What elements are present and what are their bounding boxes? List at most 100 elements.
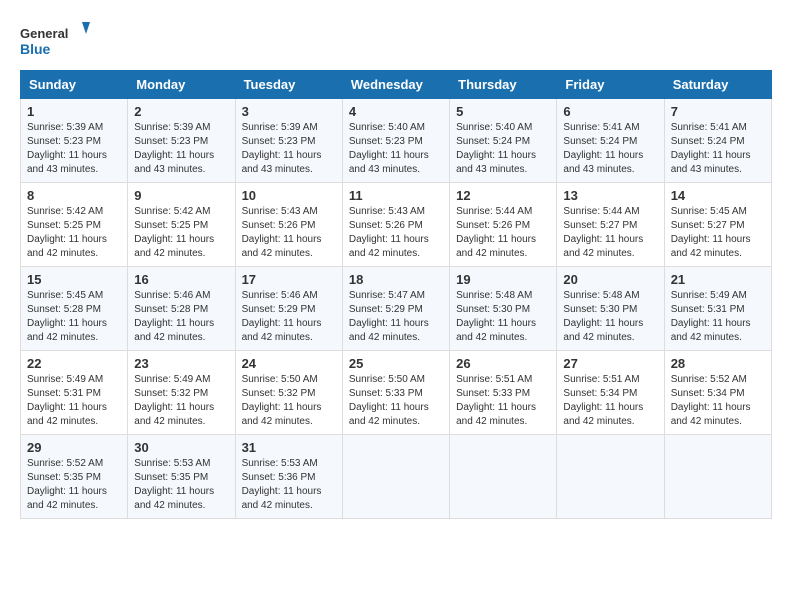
calendar-cell: 13 Sunrise: 5:44 AM Sunset: 5:27 PM Dayli… [557, 183, 664, 267]
calendar-cell: 27 Sunrise: 5:51 AM Sunset: 5:34 PM Dayli… [557, 351, 664, 435]
calendar-cell: 25 Sunrise: 5:50 AM Sunset: 5:33 PM Dayli… [342, 351, 449, 435]
day-header-sunday: Sunday [21, 71, 128, 99]
day-info: Sunrise: 5:48 AM Sunset: 5:30 PM Dayligh… [563, 289, 657, 345]
calendar-cell: 17 Sunrise: 5:46 AM Sunset: 5:29 PM Dayli… [235, 267, 342, 351]
calendar-table: SundayMondayTuesdayWednesdayThursdayFrid… [20, 70, 772, 519]
calendar-cell [342, 435, 449, 519]
day-info: Sunrise: 5:52 AM Sunset: 5:35 PM Dayligh… [27, 457, 121, 513]
svg-text:General: General [20, 26, 68, 41]
calendar-cell: 6 Sunrise: 5:41 AM Sunset: 5:24 PM Daylig… [557, 99, 664, 183]
calendar-cell: 15Sunrise: 5:45 AM Sunset: 5:28 PM Dayli… [21, 267, 128, 351]
day-info: Sunrise: 5:43 AM Sunset: 5:26 PM Dayligh… [349, 205, 443, 261]
day-number: 1 [27, 104, 121, 119]
day-number: 15 [27, 272, 121, 287]
day-number: 31 [242, 440, 336, 455]
day-info: Sunrise: 5:45 AM Sunset: 5:27 PM Dayligh… [671, 205, 765, 261]
general-blue-logo-icon: General Blue [20, 20, 90, 60]
day-info: Sunrise: 5:44 AM Sunset: 5:27 PM Dayligh… [563, 205, 657, 261]
day-info: Sunrise: 5:52 AM Sunset: 5:34 PM Dayligh… [671, 373, 765, 429]
day-header-tuesday: Tuesday [235, 71, 342, 99]
day-info: Sunrise: 5:44 AM Sunset: 5:26 PM Dayligh… [456, 205, 550, 261]
day-info: Sunrise: 5:41 AM Sunset: 5:24 PM Dayligh… [563, 121, 657, 177]
day-info: Sunrise: 5:49 AM Sunset: 5:32 PM Dayligh… [134, 373, 228, 429]
day-number: 19 [456, 272, 550, 287]
calendar-cell: 8Sunrise: 5:42 AM Sunset: 5:25 PM Daylig… [21, 183, 128, 267]
svg-text:Blue: Blue [20, 41, 51, 57]
day-header-saturday: Saturday [664, 71, 771, 99]
calendar-cell: 9Sunrise: 5:42 AM Sunset: 5:25 PM Daylig… [128, 183, 235, 267]
calendar-header: SundayMondayTuesdayWednesdayThursdayFrid… [21, 71, 772, 99]
day-info: Sunrise: 5:39 AM Sunset: 5:23 PM Dayligh… [242, 121, 336, 177]
calendar-cell: 12 Sunrise: 5:44 AM Sunset: 5:26 PM Dayli… [450, 183, 557, 267]
calendar-cell [664, 435, 771, 519]
day-info: Sunrise: 5:46 AM Sunset: 5:28 PM Dayligh… [134, 289, 228, 345]
day-number: 21 [671, 272, 765, 287]
day-header-friday: Friday [557, 71, 664, 99]
day-number: 23 [134, 356, 228, 371]
calendar-cell: 2Sunrise: 5:39 AM Sunset: 5:23 PM Daylig… [128, 99, 235, 183]
day-number: 30 [134, 440, 228, 455]
week-row-1: 1 Sunrise: 5:39 AM Sunset: 5:23 PM Daylig… [21, 99, 772, 183]
day-info: Sunrise: 5:39 AM Sunset: 5:23 PM Dayligh… [134, 121, 228, 177]
day-header-thursday: Thursday [450, 71, 557, 99]
day-header-monday: Monday [128, 71, 235, 99]
calendar-cell: 20 Sunrise: 5:48 AM Sunset: 5:30 PM Dayli… [557, 267, 664, 351]
day-info: Sunrise: 5:39 AM Sunset: 5:23 PM Dayligh… [27, 121, 121, 177]
calendar-cell: 1 Sunrise: 5:39 AM Sunset: 5:23 PM Daylig… [21, 99, 128, 183]
calendar-cell: 7 Sunrise: 5:41 AM Sunset: 5:24 PM Daylig… [664, 99, 771, 183]
calendar-cell: 24 Sunrise: 5:50 AM Sunset: 5:32 PM Dayli… [235, 351, 342, 435]
day-number: 25 [349, 356, 443, 371]
calendar-body: 1 Sunrise: 5:39 AM Sunset: 5:23 PM Daylig… [21, 99, 772, 519]
calendar-cell: 22 Sunrise: 5:49 AM Sunset: 5:31 PM Dayli… [21, 351, 128, 435]
page-header: General Blue [20, 20, 772, 60]
day-number: 18 [349, 272, 443, 287]
day-number: 24 [242, 356, 336, 371]
logo: General Blue [20, 20, 90, 60]
day-info: Sunrise: 5:50 AM Sunset: 5:33 PM Dayligh… [349, 373, 443, 429]
calendar-cell: 26Sunrise: 5:51 AM Sunset: 5:33 PM Dayli… [450, 351, 557, 435]
calendar-cell: 21 Sunrise: 5:49 AM Sunset: 5:31 PM Dayli… [664, 267, 771, 351]
week-row-3: 15Sunrise: 5:45 AM Sunset: 5:28 PM Dayli… [21, 267, 772, 351]
day-info: Sunrise: 5:43 AM Sunset: 5:26 PM Dayligh… [242, 205, 336, 261]
day-info: Sunrise: 5:46 AM Sunset: 5:29 PM Dayligh… [242, 289, 336, 345]
day-number: 22 [27, 356, 121, 371]
day-number: 3 [242, 104, 336, 119]
day-number: 14 [671, 188, 765, 203]
day-info: Sunrise: 5:48 AM Sunset: 5:30 PM Dayligh… [456, 289, 550, 345]
calendar-cell: 11 Sunrise: 5:43 AM Sunset: 5:26 PM Dayli… [342, 183, 449, 267]
calendar-cell: 31 Sunrise: 5:53 AM Sunset: 5:36 PM Dayli… [235, 435, 342, 519]
day-info: Sunrise: 5:41 AM Sunset: 5:24 PM Dayligh… [671, 121, 765, 177]
day-number: 13 [563, 188, 657, 203]
day-number: 12 [456, 188, 550, 203]
day-info: Sunrise: 5:47 AM Sunset: 5:29 PM Dayligh… [349, 289, 443, 345]
calendar-cell: 4Sunrise: 5:40 AM Sunset: 5:23 PM Daylig… [342, 99, 449, 183]
week-row-4: 22 Sunrise: 5:49 AM Sunset: 5:31 PM Dayli… [21, 351, 772, 435]
day-number: 27 [563, 356, 657, 371]
day-number: 16 [134, 272, 228, 287]
day-info: Sunrise: 5:50 AM Sunset: 5:32 PM Dayligh… [242, 373, 336, 429]
week-row-2: 8 Sunrise: 5:42 AM Sunset: 5:25 PM Daylig… [21, 183, 772, 267]
calendar-cell: 5Sunrise: 5:40 AM Sunset: 5:24 PM Daylig… [450, 99, 557, 183]
day-info: Sunrise: 5:42 AM Sunset: 5:25 PM Dayligh… [134, 205, 228, 261]
day-number: 17 [242, 272, 336, 287]
day-header-wednesday: Wednesday [342, 71, 449, 99]
day-number: 6 [563, 104, 657, 119]
day-number: 28 [671, 356, 765, 371]
day-number: 20 [563, 272, 657, 287]
calendar-cell: 23 Sunrise: 5:49 AM Sunset: 5:32 PM Dayli… [128, 351, 235, 435]
day-info: Sunrise: 5:40 AM Sunset: 5:23 PM Dayligh… [349, 121, 443, 177]
day-info: Sunrise: 5:53 AM Sunset: 5:36 PM Dayligh… [242, 457, 336, 513]
day-info: Sunrise: 5:51 AM Sunset: 5:34 PM Dayligh… [563, 373, 657, 429]
day-number: 11 [349, 188, 443, 203]
day-info: Sunrise: 5:49 AM Sunset: 5:31 PM Dayligh… [27, 373, 121, 429]
calendar-cell [557, 435, 664, 519]
day-number: 8 [27, 188, 121, 203]
day-info: Sunrise: 5:53 AM Sunset: 5:35 PM Dayligh… [134, 457, 228, 513]
calendar-cell: 30 Sunrise: 5:53 AM Sunset: 5:35 PM Dayli… [128, 435, 235, 519]
day-info: Sunrise: 5:40 AM Sunset: 5:24 PM Dayligh… [456, 121, 550, 177]
calendar-cell: 18 Sunrise: 5:47 AM Sunset: 5:29 PM Dayli… [342, 267, 449, 351]
day-number: 7 [671, 104, 765, 119]
calendar-cell: 3 Sunrise: 5:39 AM Sunset: 5:23 PM Daylig… [235, 99, 342, 183]
days-of-week-row: SundayMondayTuesdayWednesdayThursdayFrid… [21, 71, 772, 99]
day-info: Sunrise: 5:49 AM Sunset: 5:31 PM Dayligh… [671, 289, 765, 345]
